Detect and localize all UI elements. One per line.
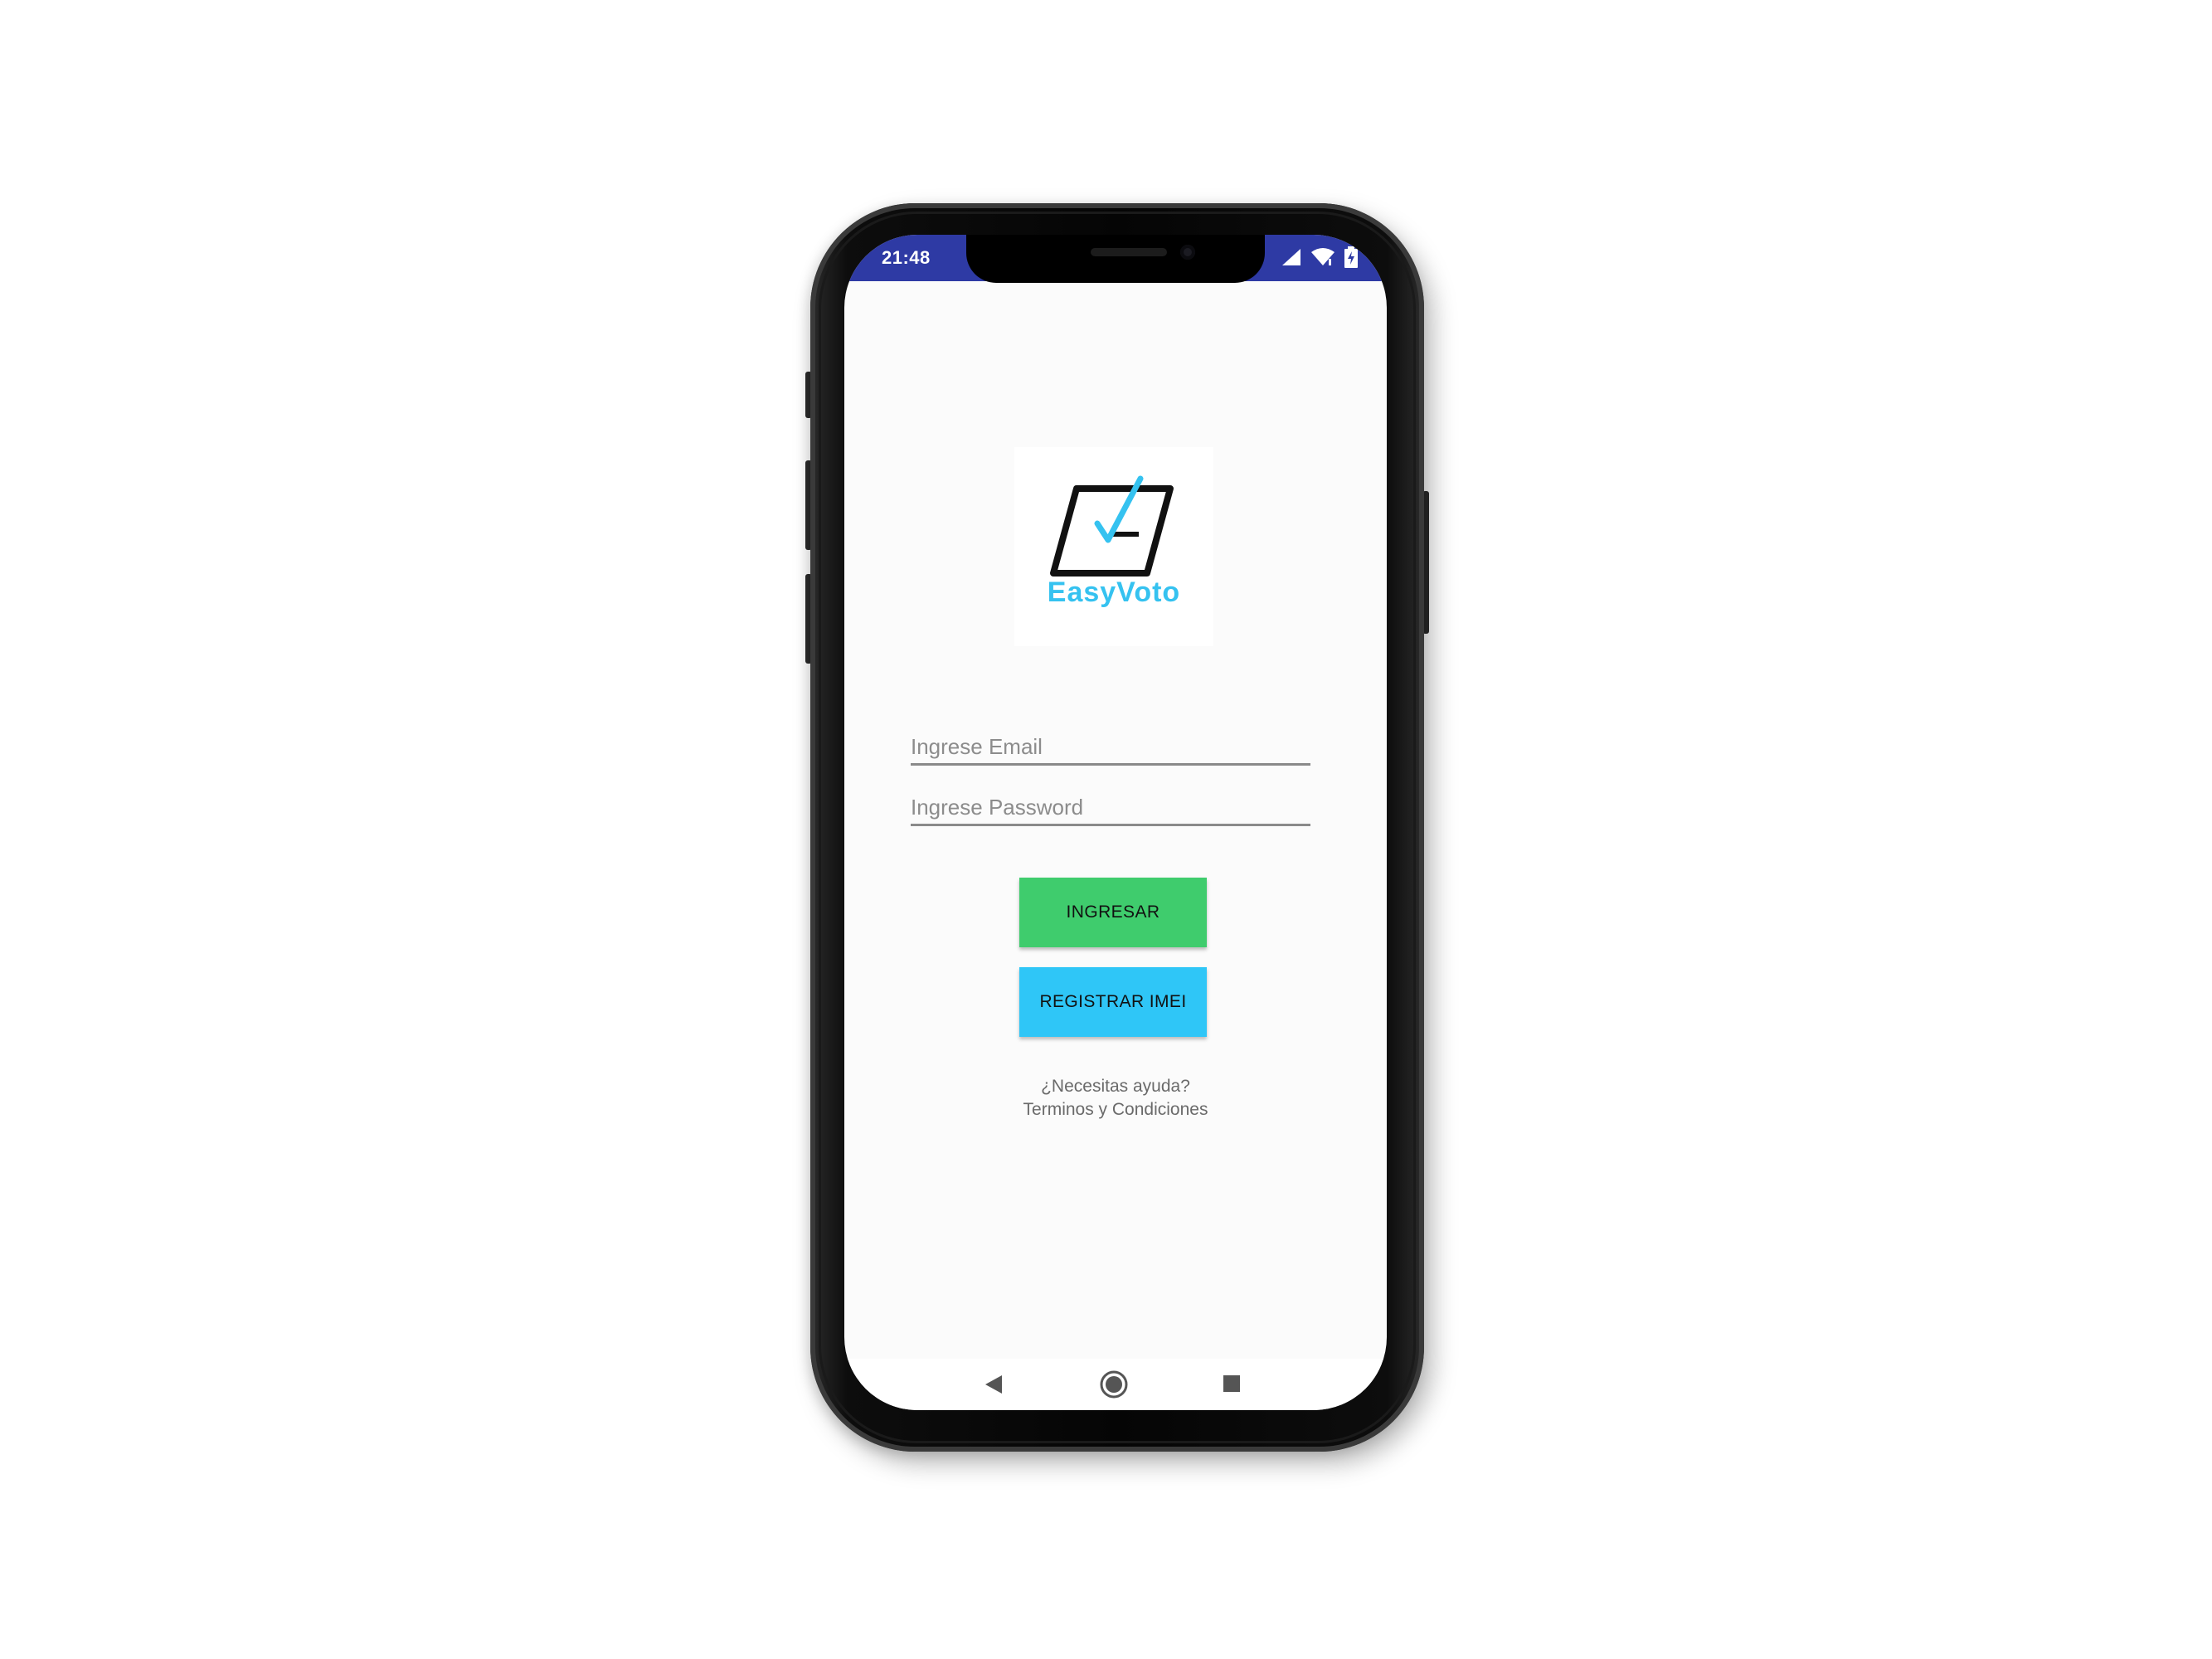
app-logo: EasyVoto [1014, 447, 1213, 646]
terms-link[interactable]: Terminos y Condiciones [844, 1100, 1387, 1120]
wifi-icon [1310, 247, 1335, 271]
password-input[interactable] [911, 795, 1310, 820]
status-icons [1281, 246, 1359, 272]
password-field[interactable] [911, 784, 1310, 826]
device-mockup: 21:48 EasyVoto Ingrese Email INGRESAR RE… [0, 0, 2212, 1659]
earpiece-speaker [1091, 248, 1167, 256]
logo-wordmark: EasyVoto [1047, 577, 1181, 608]
help-link[interactable]: ¿Necesitas ayuda? [844, 1077, 1387, 1097]
phone-screen: 21:48 EasyVoto Ingrese Email INGRESAR RE… [844, 235, 1387, 1410]
email-field[interactable] [911, 723, 1310, 766]
login-button[interactable]: INGRESAR [1019, 878, 1207, 947]
system-nav-bar [844, 1359, 1387, 1410]
recents-icon[interactable] [1222, 1374, 1242, 1398]
cell-signal-icon [1281, 247, 1302, 271]
status-time: 21:48 [882, 247, 931, 268]
back-icon[interactable] [984, 1374, 1005, 1399]
register-imei-button[interactable]: REGISTRAR IMEI [1019, 967, 1207, 1037]
email-input[interactable] [911, 734, 1310, 760]
front-camera [1180, 245, 1195, 260]
camera-notch [966, 235, 1265, 283]
battery-icon [1344, 246, 1359, 272]
home-icon[interactable] [1100, 1370, 1128, 1403]
